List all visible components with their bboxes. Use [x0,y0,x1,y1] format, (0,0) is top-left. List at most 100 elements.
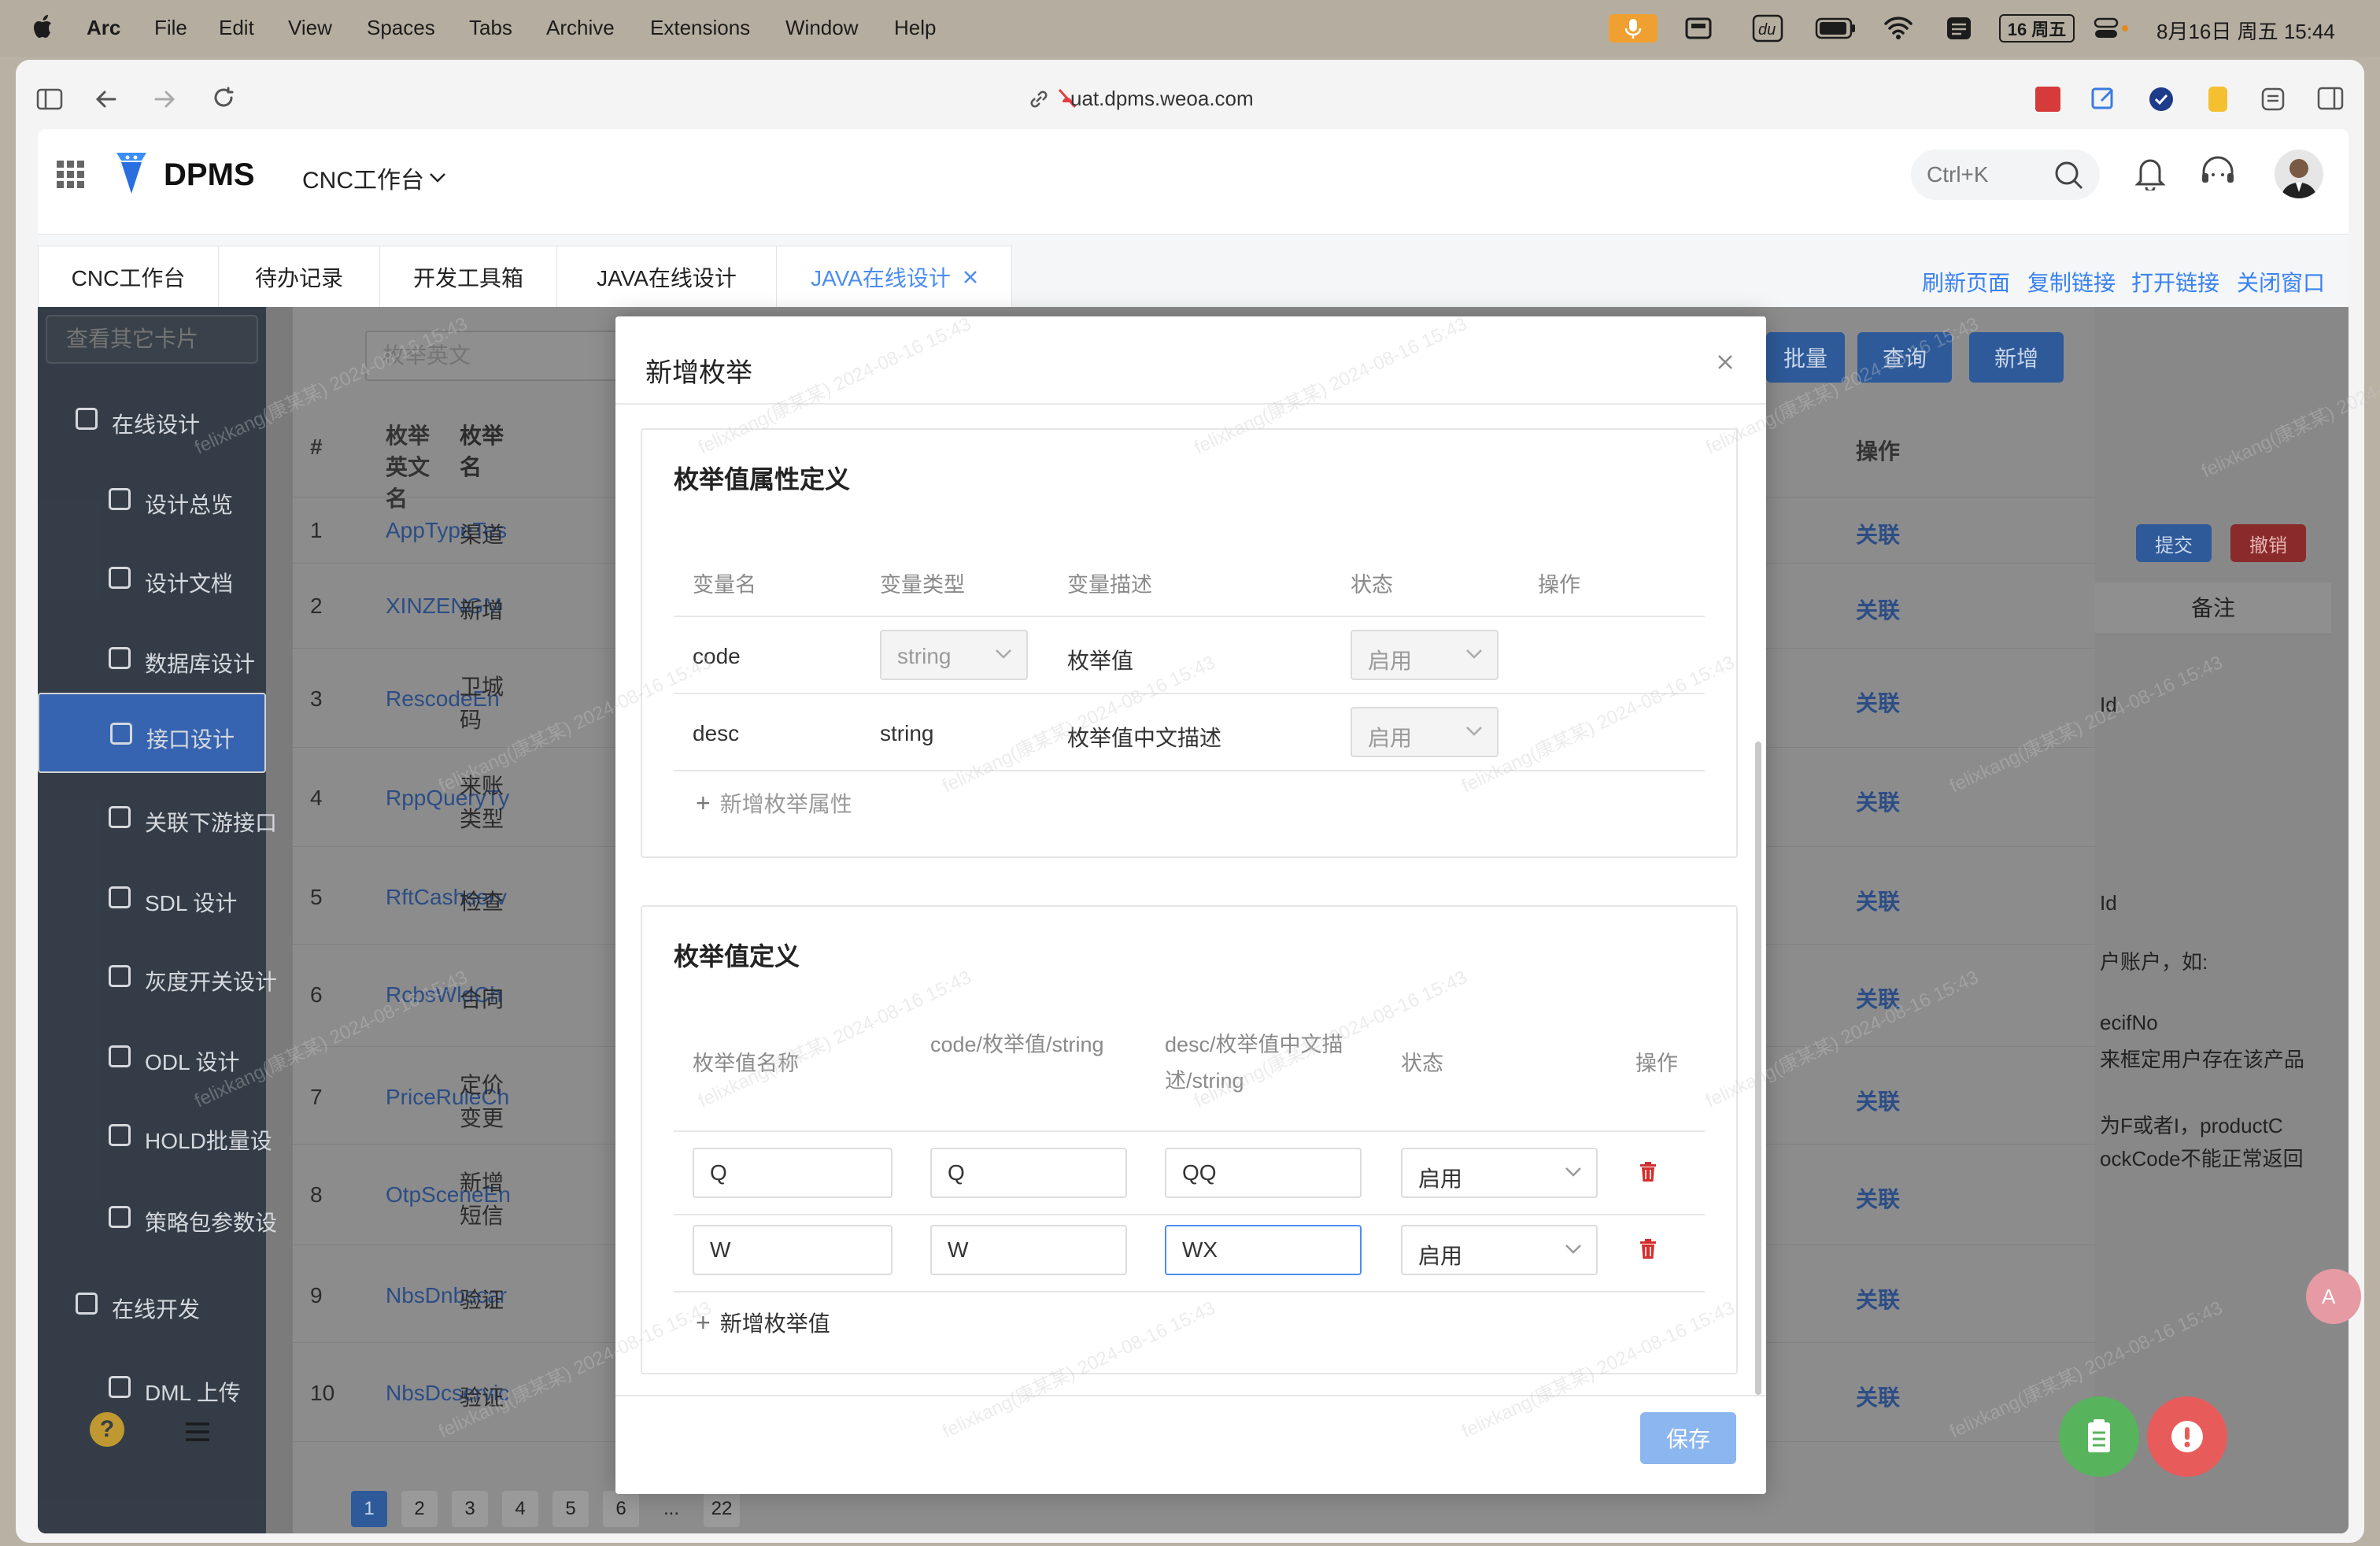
sidebar-search-input[interactable] [47,316,257,362]
control-center-icon[interactable] [2094,16,2130,41]
row-link-button[interactable]: 关联 [1856,1381,1900,1412]
trash-icon[interactable] [1639,1239,1658,1259]
enum-value-name-field[interactable] [693,1148,893,1198]
sidebar-item-database-design[interactable]: 数据库设计 [38,623,266,694]
global-search[interactable] [1911,150,2100,200]
dialog-scrollbar[interactable] [1755,742,1761,1395]
clipboard-fab[interactable] [2059,1396,2139,1477]
menubar-clock[interactable]: 8月16日 周五 15:44 [2156,16,2335,45]
open-link-link[interactable]: 打开链接 [2131,266,2219,298]
du-icon[interactable]: du [1752,14,1783,43]
sidebar-item-sdl-design[interactable]: SDL 设计 [38,863,266,934]
menu-file[interactable]: File [154,16,187,40]
row-link-button[interactable]: 关联 [1856,1283,1900,1315]
add-enum-value-button[interactable]: + 新增枚举值 [696,1307,830,1338]
avatar[interactable] [2275,150,2323,198]
menu-edit[interactable]: Edit [219,16,254,40]
page-22[interactable]: 22 [704,1491,740,1527]
battery-icon[interactable] [1815,17,1856,39]
url-text[interactable]: uat.dpms.weoa.com [1070,87,1254,111]
date-badge[interactable]: 16 周五 [1999,14,2075,43]
revoke-button[interactable]: 撤销 [2230,524,2306,562]
batch-button[interactable]: 批量 [1766,332,1845,383]
menu-app-name[interactable]: Arc [87,16,120,40]
extension-note-icon[interactable] [2208,87,2227,112]
menu-icon[interactable] [184,1422,211,1442]
add-button[interactable]: 新增 [1969,332,2064,383]
enum-value-code-field[interactable] [930,1225,1127,1275]
sidebar-search[interactable] [46,315,258,364]
tab-java-design-active[interactable]: JAVA在线设计 [776,246,1012,307]
screen-icon[interactable] [1684,16,1713,41]
menu-window[interactable]: Window [785,16,858,40]
enum-value-name-input[interactable] [694,1226,891,1274]
enum-value-name-field[interactable] [693,1225,893,1275]
row-link-button[interactable]: 关联 [1856,518,1900,549]
page-6[interactable]: 6 [603,1491,639,1527]
mic-icon[interactable] [1609,14,1658,43]
search-icon[interactable] [2054,161,2084,190]
global-search-input[interactable] [1927,150,2045,200]
menu-tabs[interactable]: Tabs [469,16,512,40]
refresh-page-link[interactable]: 刷新页面 [1922,266,2010,298]
page-1[interactable]: 1 [351,1491,387,1527]
extension-edit-icon[interactable] [2090,85,2117,112]
split-view-icon[interactable] [2317,87,2344,110]
sidebar-item-gray-switch[interactable]: 灰度开关设计 [38,941,277,1012]
row-link-button[interactable]: 关联 [1856,594,1900,625]
row-link-button[interactable]: 关联 [1856,1085,1900,1116]
save-button[interactable]: 保存 [1640,1412,1736,1464]
forward-icon[interactable] [153,88,176,110]
menu-spaces[interactable]: Spaces [367,16,435,40]
close-icon[interactable] [1709,346,1741,378]
sidebar-item-downstream-api[interactable]: 关联下游接口 [38,782,277,853]
back-icon[interactable] [94,88,118,110]
sidebar-item-odl-design[interactable]: ODL 设计 [38,1022,266,1093]
menu-view[interactable]: View [288,16,332,40]
enum-value-code-input[interactable] [932,1226,1125,1274]
page-3[interactable]: 3 [452,1491,488,1527]
menu-extensions[interactable]: Extensions [650,16,750,40]
page-4[interactable]: 4 [502,1491,538,1527]
grid-icon[interactable] [57,161,85,189]
enum-value-desc-input[interactable] [1166,1226,1360,1274]
enum-value-status-select[interactable]: 启用 [1401,1148,1598,1198]
submit-button[interactable]: 提交 [2136,524,2212,562]
sidebar-item-design-overview[interactable]: 设计总览 [38,464,266,535]
sidebar-item-dml-upload[interactable]: DML 上传 [38,1352,266,1423]
add-enum-attr-button[interactable]: + 新增枚举属性 [696,787,852,819]
notes-icon[interactable] [1946,16,1972,41]
headset-icon[interactable] [2199,156,2237,190]
extension-list-icon[interactable] [2260,87,2286,112]
row-link-button[interactable]: 关联 [1856,786,1900,817]
reload-icon[interactable] [213,87,236,110]
page-2[interactable]: 2 [401,1491,438,1527]
enum-value-name-input[interactable] [694,1149,891,1196]
query-button[interactable]: 查询 [1857,332,1952,383]
row-link-button[interactable]: 关联 [1856,982,1900,1014]
apple-icon[interactable] [31,13,55,41]
close-window-link[interactable]: 关闭窗口 [2237,266,2325,298]
trash-icon[interactable] [1639,1162,1658,1182]
link-icon[interactable] [1028,88,1050,110]
enum-value-desc-field[interactable] [1165,1225,1362,1275]
attr-status-select[interactable]: 启用 [1351,630,1499,680]
sidebar-group-online-design[interactable]: 在线设计 [38,384,266,455]
enum-value-status-select[interactable]: 启用 [1401,1225,1598,1275]
attr-type-select[interactable]: string [880,630,1028,680]
app-logo-text[interactable]: DPMS [164,157,255,193]
menu-archive[interactable]: Archive [546,16,615,40]
workspace-switcher[interactable]: CNC工作台 [302,161,446,195]
alert-fab[interactable] [2147,1396,2227,1477]
row-link-button[interactable]: 关联 [1856,686,1900,718]
tab-todo-records[interactable]: 待办记录 [218,246,380,307]
wifi-icon[interactable] [1883,14,1914,41]
row-link-button[interactable]: 关联 [1856,1182,1900,1214]
sidebar-group-online-dev[interactable]: 在线开发 [38,1269,266,1340]
enum-value-desc-field[interactable] [1165,1148,1362,1198]
enum-value-desc-input[interactable] [1166,1149,1360,1196]
bell-icon[interactable] [2134,156,2166,190]
sidebar-item-strategy-params[interactable]: 策略包参数设 [38,1182,277,1253]
extension-calendar-icon[interactable] [2035,87,2060,112]
sidebar-item-design-doc[interactable]: 设计文档 [38,543,266,614]
